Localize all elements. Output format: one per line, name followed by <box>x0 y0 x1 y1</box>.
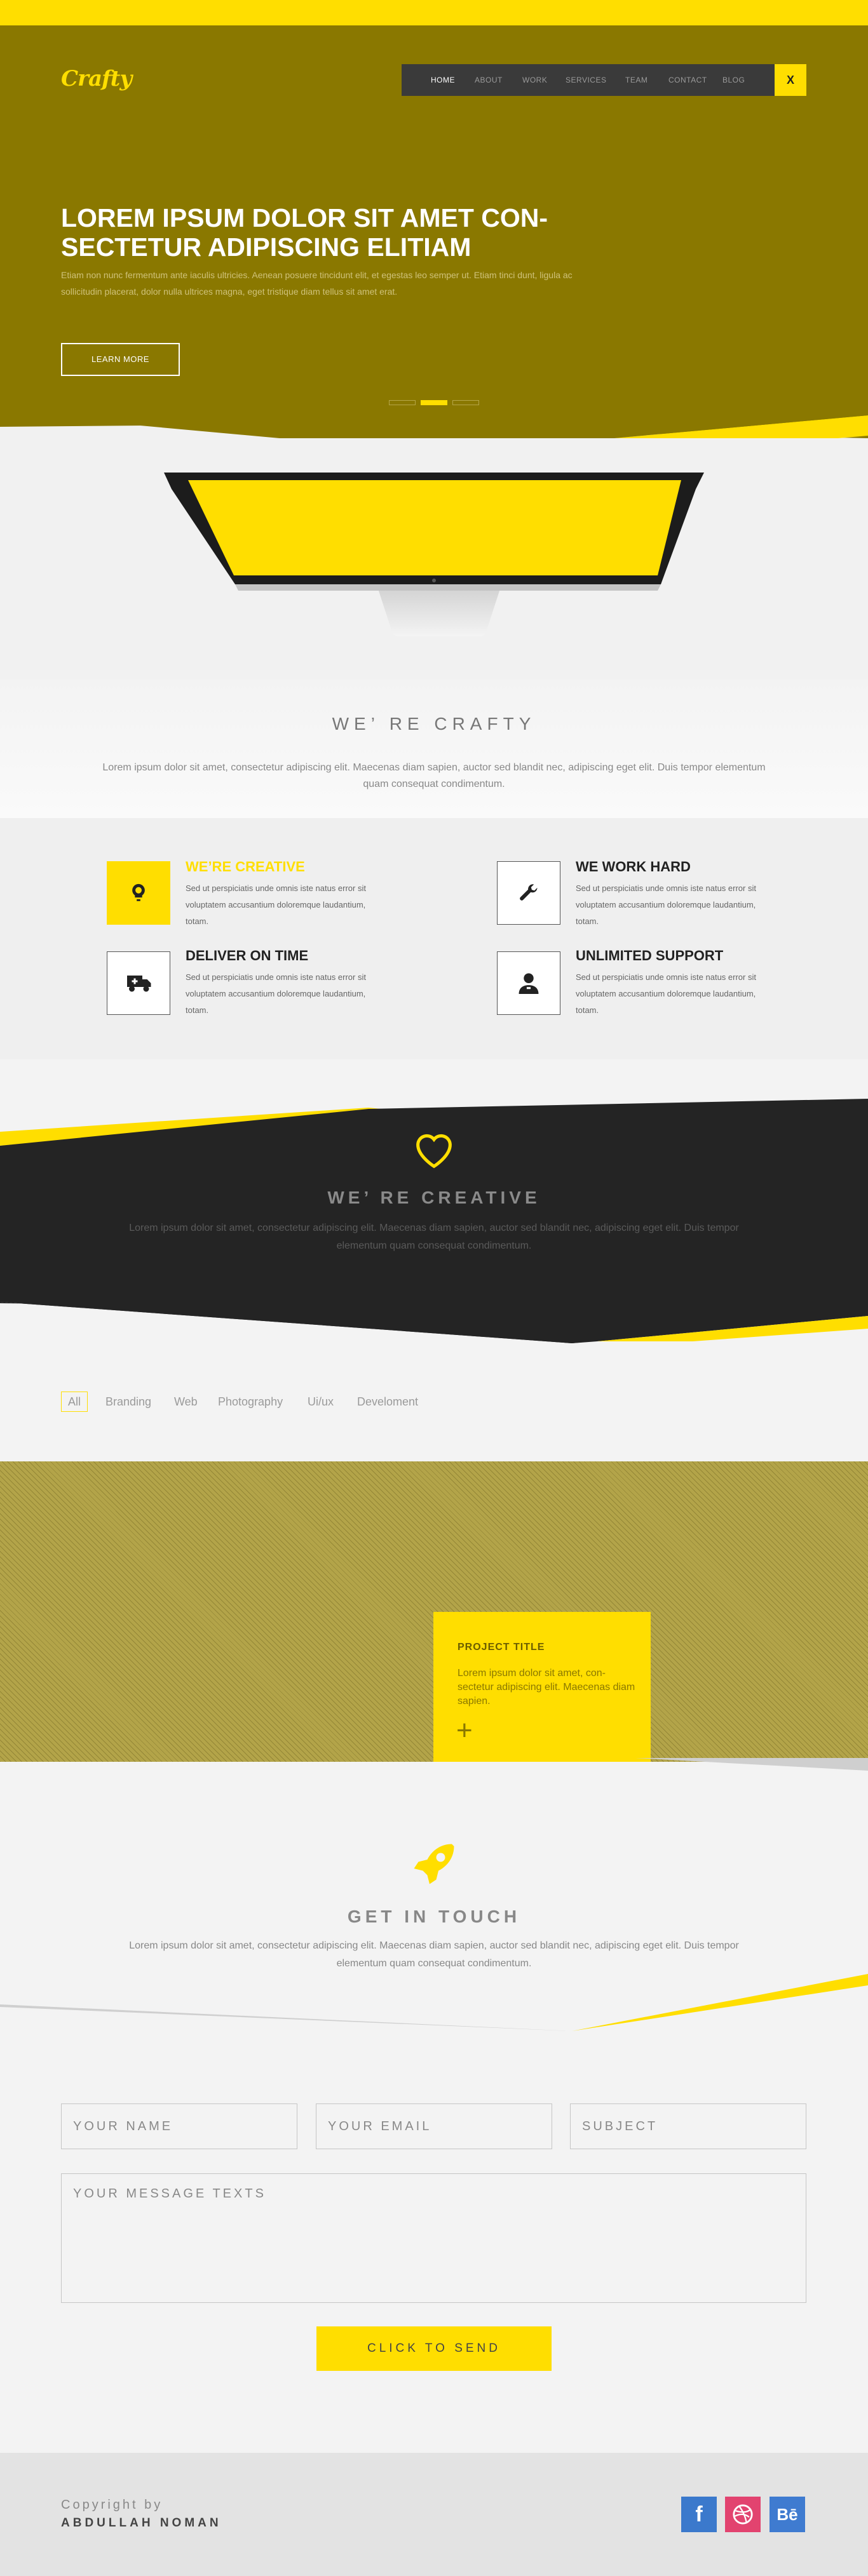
feature-text: Sed ut perspiciatis unde omnis iste natu… <box>576 972 756 1015</box>
site-logo[interactable]: Crafty <box>61 66 132 91</box>
message-field[interactable] <box>61 2173 806 2303</box>
heart-icon <box>416 1134 452 1169</box>
name-field[interactable] <box>61 2103 297 2149</box>
nav-blog[interactable]: BLOG <box>722 64 745 96</box>
feature-title: UNLIMITED SUPPORT <box>576 948 724 963</box>
filter-uiux[interactable]: Ui/ux <box>308 1392 334 1412</box>
creative-text: Lorem ipsum dolor sit amet, consectetur … <box>129 1223 739 1251</box>
features-section <box>0 818 868 1059</box>
nav-close-button[interactable]: X <box>775 64 806 96</box>
email-field[interactable] <box>316 2103 552 2149</box>
contact-divider <box>0 1974 868 2031</box>
rocket-icon <box>414 1844 454 1884</box>
nav-team[interactable]: TEAM <box>625 64 648 96</box>
user-support-icon <box>519 973 539 994</box>
filter-photography[interactable]: Photography <box>218 1392 283 1412</box>
subject-field[interactable] <box>570 2103 806 2149</box>
feature-title: WE’RE CREATIVE <box>186 859 305 875</box>
learn-more-button[interactable]: LEARN MORE <box>61 343 180 376</box>
feature-icon-box <box>107 951 170 1015</box>
truck-icon <box>127 976 151 992</box>
nav-contact[interactable]: CONTACT <box>668 64 707 96</box>
about-section <box>0 680 868 819</box>
copyright-label: Copyright by <box>61 2498 163 2512</box>
project-text: Lorem ipsum dolor sit amet, con- sectetu… <box>458 1668 635 1707</box>
feature-icon-box <box>107 861 170 925</box>
slider-dot[interactable] <box>389 400 416 405</box>
hero-title: LOREM IPSUM DOLOR SIT AMET CON- SECTETUR… <box>61 203 548 262</box>
crafty-text: Lorem ipsum dolor sit amet, consectetur … <box>102 762 766 789</box>
send-button[interactable]: CLICK TO SEND <box>316 2326 552 2371</box>
crafty-heading: WE’ RE CRAFTY <box>332 714 536 734</box>
top-accent-strip <box>0 0 868 28</box>
filter-web[interactable]: Web <box>174 1392 198 1412</box>
portfolio-bottom-edge <box>635 1758 868 1771</box>
filter-develoment[interactable]: Develoment <box>357 1392 418 1412</box>
feature-icon-box <box>497 861 560 925</box>
nav-about[interactable]: ABOUT <box>475 64 503 96</box>
wrench-icon <box>520 884 538 901</box>
feature-title: DELIVER ON TIME <box>186 948 309 963</box>
project-title: PROJECT TITLE <box>458 1642 545 1653</box>
copyright-name: ABDULLAH NOMAN <box>61 2516 222 2530</box>
filter-all[interactable]: All <box>61 1392 88 1412</box>
contact-text: Lorem ipsum dolor sit amet, consectetur … <box>129 1940 739 1969</box>
nav-home[interactable]: HOME <box>431 64 455 96</box>
main-nav: HOME ABOUT WORK SERVICES TEAM CONTACT BL… <box>402 64 775 96</box>
feature-icon-box <box>497 951 560 1015</box>
contact-heading: GET IN TOUCH <box>347 1907 521 1926</box>
feature-text: Sed ut perspiciatis unde omnis iste natu… <box>186 883 366 926</box>
behance-icon[interactable]: Bē <box>770 2497 805 2532</box>
nav-work[interactable]: WORK <box>522 64 547 96</box>
nav-services[interactable]: SERVICES <box>566 64 606 96</box>
lightbulb-icon <box>132 883 145 901</box>
facebook-icon[interactable]: f <box>681 2497 717 2532</box>
hero-text: Etiam non nunc fermentum ante iaculis ul… <box>61 270 573 297</box>
feature-text: Sed ut perspiciatis unde omnis iste natu… <box>186 972 366 1015</box>
monitor-image <box>164 473 704 636</box>
feature-text: Sed ut perspiciatis unde omnis iste natu… <box>576 883 756 926</box>
dribbble-icon[interactable] <box>725 2497 761 2532</box>
feature-title: WE WORK HARD <box>576 859 691 875</box>
plus-icon[interactable]: + <box>456 1715 473 1747</box>
dribbble-glyph <box>733 2504 753 2525</box>
slider-dot-active[interactable] <box>421 400 447 405</box>
creative-heading: WE’ RE CREATIVE <box>327 1188 541 1207</box>
slider-dot[interactable] <box>452 400 479 405</box>
filter-branding[interactable]: Branding <box>105 1392 151 1412</box>
